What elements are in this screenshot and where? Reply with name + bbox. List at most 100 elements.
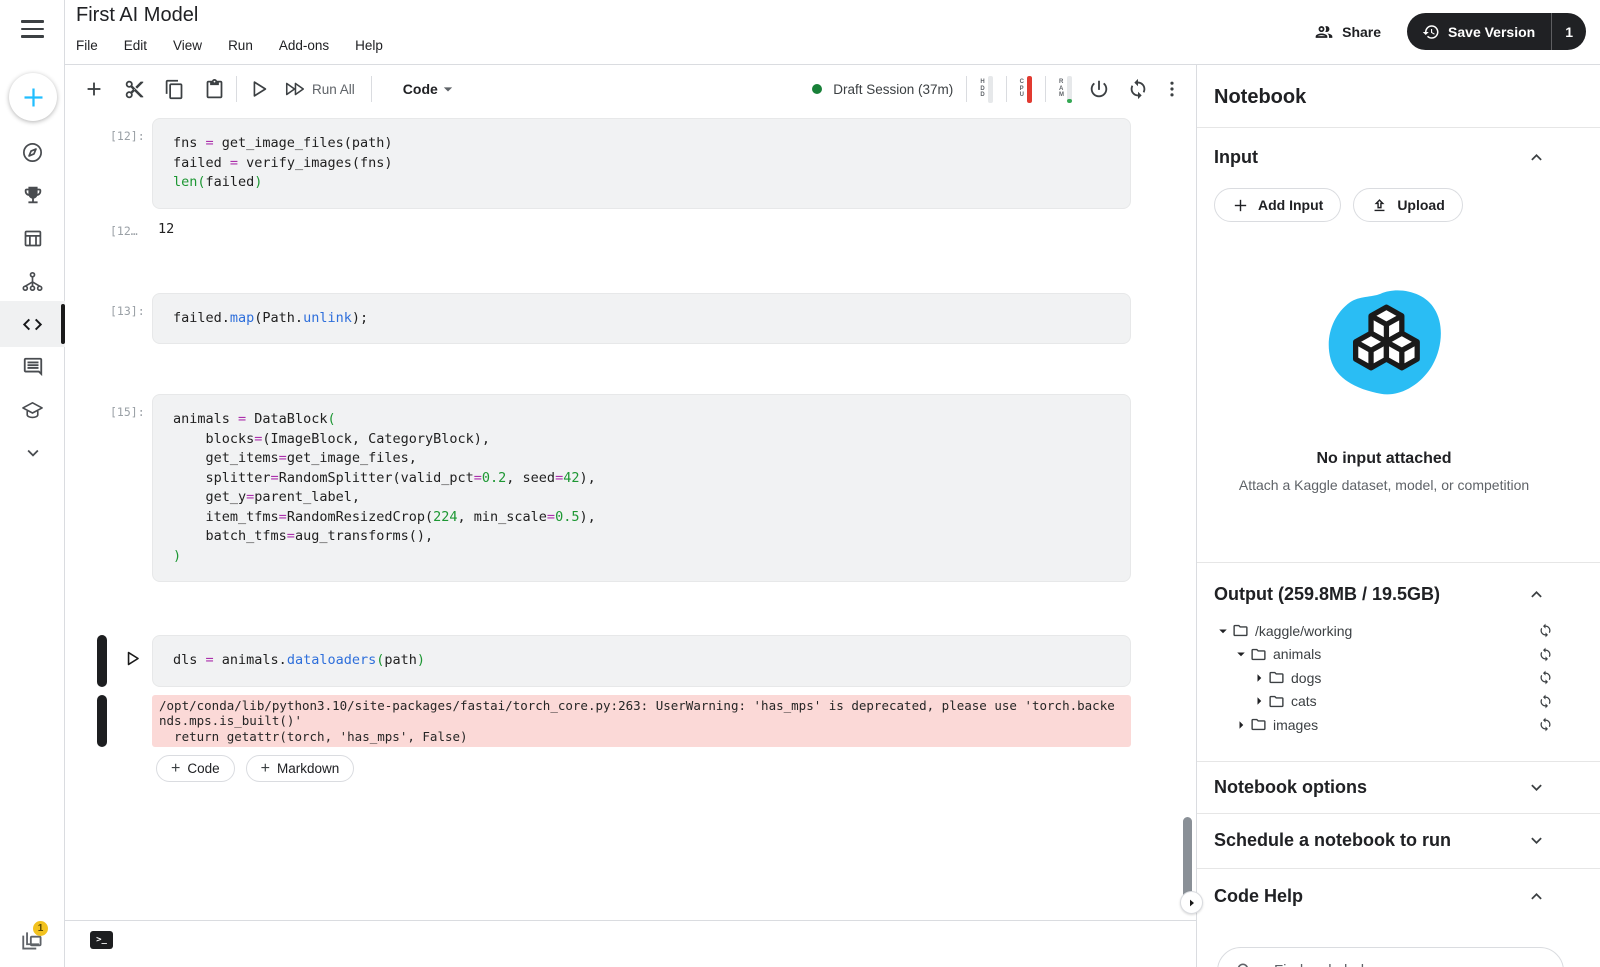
notebook-cells: [12]: fns = get_image_files(path) failed … [65, 113, 1196, 920]
code-cell-dls: dls = animals.dataloaders(path) [97, 635, 1131, 687]
refresh-folder-button[interactable] [1538, 670, 1553, 685]
ram-meter-bar [1067, 75, 1072, 103]
upload-icon [1374, 198, 1385, 211]
session-status[interactable]: Draft Session (37m) [812, 82, 953, 97]
hamburger-menu-icon[interactable] [21, 20, 44, 38]
code-cell-15: [15]: animals = DataBlock( blocks=(Image… [110, 394, 1131, 582]
create-button[interactable] [9, 73, 57, 121]
share-label: Share [1342, 23, 1382, 40]
copy-cell-button[interactable] [164, 79, 185, 100]
output-prompt: [12… [110, 223, 138, 238]
notebook-options-section[interactable]: Notebook options [1197, 760, 1600, 813]
power-icon [1090, 80, 1108, 98]
table-icon [24, 230, 42, 246]
sync-icon [1540, 647, 1551, 662]
sidebar-item-code[interactable] [0, 301, 65, 347]
sidebar-item-datasets[interactable] [0, 215, 65, 261]
run-cell-button[interactable] [248, 78, 270, 100]
collapse-code-help-button[interactable] [1526, 886, 1547, 907]
cell-type-dropdown[interactable]: Code [403, 79, 458, 99]
run-all-label: Run All [312, 81, 355, 97]
cell-prompt: [12]: [110, 129, 145, 143]
restart-session-button[interactable] [1127, 78, 1149, 100]
sidebar-item-discussions[interactable] [0, 344, 65, 390]
add-input-button[interactable]: Add Input [1214, 188, 1342, 222]
sidebar-item-home[interactable] [0, 129, 65, 175]
power-button[interactable] [1088, 78, 1110, 100]
cut-cell-button[interactable] [124, 79, 145, 100]
code-help-section: Code Help Find code help [1197, 867, 1600, 967]
selected-cell-bar [97, 694, 107, 748]
version-count-badge[interactable]: 1 [1551, 13, 1586, 50]
tree-row-dogs[interactable]: dogs [1214, 666, 1600, 690]
comment-icon [23, 357, 42, 377]
folder-icon [1269, 672, 1284, 684]
code-cell-13: [13]: failed.map(Path.unlink); [110, 292, 1131, 344]
folder-icon [1233, 625, 1248, 637]
run-this-cell-button[interactable] [118, 644, 146, 672]
schedule-section[interactable]: Schedule a notebook to run [1197, 812, 1600, 868]
expand-schedule-button[interactable] [1526, 830, 1547, 851]
code-editor-cell-15[interactable]: animals = DataBlock( blocks=(ImageBlock,… [152, 394, 1131, 582]
panel-title: Notebook [1214, 86, 1307, 108]
active-events-badge: 1 [33, 921, 48, 936]
sidebar-item-competitions[interactable] [0, 172, 65, 218]
tree-row-kaggle-working[interactable]: /kaggle/working [1214, 619, 1600, 643]
play-icon [127, 651, 139, 665]
refresh-folder-button[interactable] [1538, 647, 1553, 662]
upload-button[interactable]: Upload [1353, 188, 1463, 222]
menu-file[interactable]: File [76, 38, 98, 53]
graduation-cap-icon [22, 401, 43, 418]
caret-right-icon [1257, 674, 1262, 682]
sidebar-item-learn[interactable] [0, 387, 65, 433]
toolbar-more-button[interactable] [1162, 79, 1182, 99]
tree-row-animals[interactable]: animals [1214, 643, 1600, 667]
search-icon [1237, 963, 1249, 967]
panel-expand-button[interactable] [1180, 891, 1203, 914]
code-help-search-input[interactable]: Find code help [1217, 946, 1564, 967]
refresh-folder-button[interactable] [1538, 623, 1553, 638]
chevron-up-icon [1531, 590, 1542, 597]
caret-right-icon [1257, 697, 1262, 705]
sync-icon [1540, 717, 1551, 732]
paste-cell-button[interactable] [204, 78, 225, 100]
tree-row-images[interactable]: images [1214, 713, 1600, 737]
plus-icon [87, 82, 101, 96]
collapse-input-button[interactable] [1526, 147, 1547, 168]
chevron-down-icon [1531, 837, 1542, 844]
menu-help[interactable]: Help [355, 38, 383, 53]
terminal-icon[interactable]: >_ [90, 931, 113, 949]
refresh-folder-button[interactable] [1538, 694, 1553, 709]
menu-add-ons[interactable]: Add-ons [279, 38, 329, 53]
selected-cell-bar [97, 635, 107, 687]
cell-prompt: [13]: [110, 303, 145, 318]
sidebar-item-models[interactable] [0, 258, 65, 304]
plus-icon [1234, 199, 1247, 211]
add-cell-bar: + Code + Markdown [156, 755, 1196, 783]
code-editor-cell-13[interactable]: failed.map(Path.unlink); [152, 292, 1131, 344]
refresh-folder-button[interactable] [1538, 717, 1553, 732]
menu-run[interactable]: Run [228, 38, 253, 53]
more-vert-icon [1170, 81, 1174, 97]
add-markdown-cell-button[interactable]: + Markdown [245, 755, 355, 783]
no-input-empty-state: No input attached Attach a Kaggle datase… [1214, 286, 1554, 493]
add-code-cell-button[interactable]: + Code [156, 755, 235, 783]
menu-view[interactable]: View [173, 38, 202, 53]
share-button[interactable]: Share [1314, 22, 1381, 42]
add-cell-button[interactable] [83, 78, 105, 100]
session-status-label: Draft Session (37m) [833, 81, 954, 97]
scissors-icon [125, 80, 144, 98]
folder-icon [1251, 648, 1266, 660]
code-editor-cell-dls[interactable]: dls = animals.dataloaders(path) [152, 635, 1131, 687]
chevron-down-icon [1531, 784, 1542, 791]
collapse-output-button[interactable] [1526, 584, 1547, 605]
menu-edit[interactable]: Edit [124, 38, 147, 53]
code-editor-cell-12[interactable]: fns = get_image_files(path) failed = veri… [152, 118, 1131, 209]
output-file-tree: /kaggle/working animals dogs cats images [1214, 619, 1600, 737]
run-all-button[interactable]: Run All [284, 78, 355, 100]
save-version-button[interactable]: Save Version 1 [1407, 13, 1586, 50]
sidebar-item-more[interactable] [0, 430, 65, 476]
tree-row-cats[interactable]: cats [1214, 690, 1600, 714]
copy-icon [165, 79, 183, 99]
expand-options-button[interactable] [1526, 777, 1547, 798]
